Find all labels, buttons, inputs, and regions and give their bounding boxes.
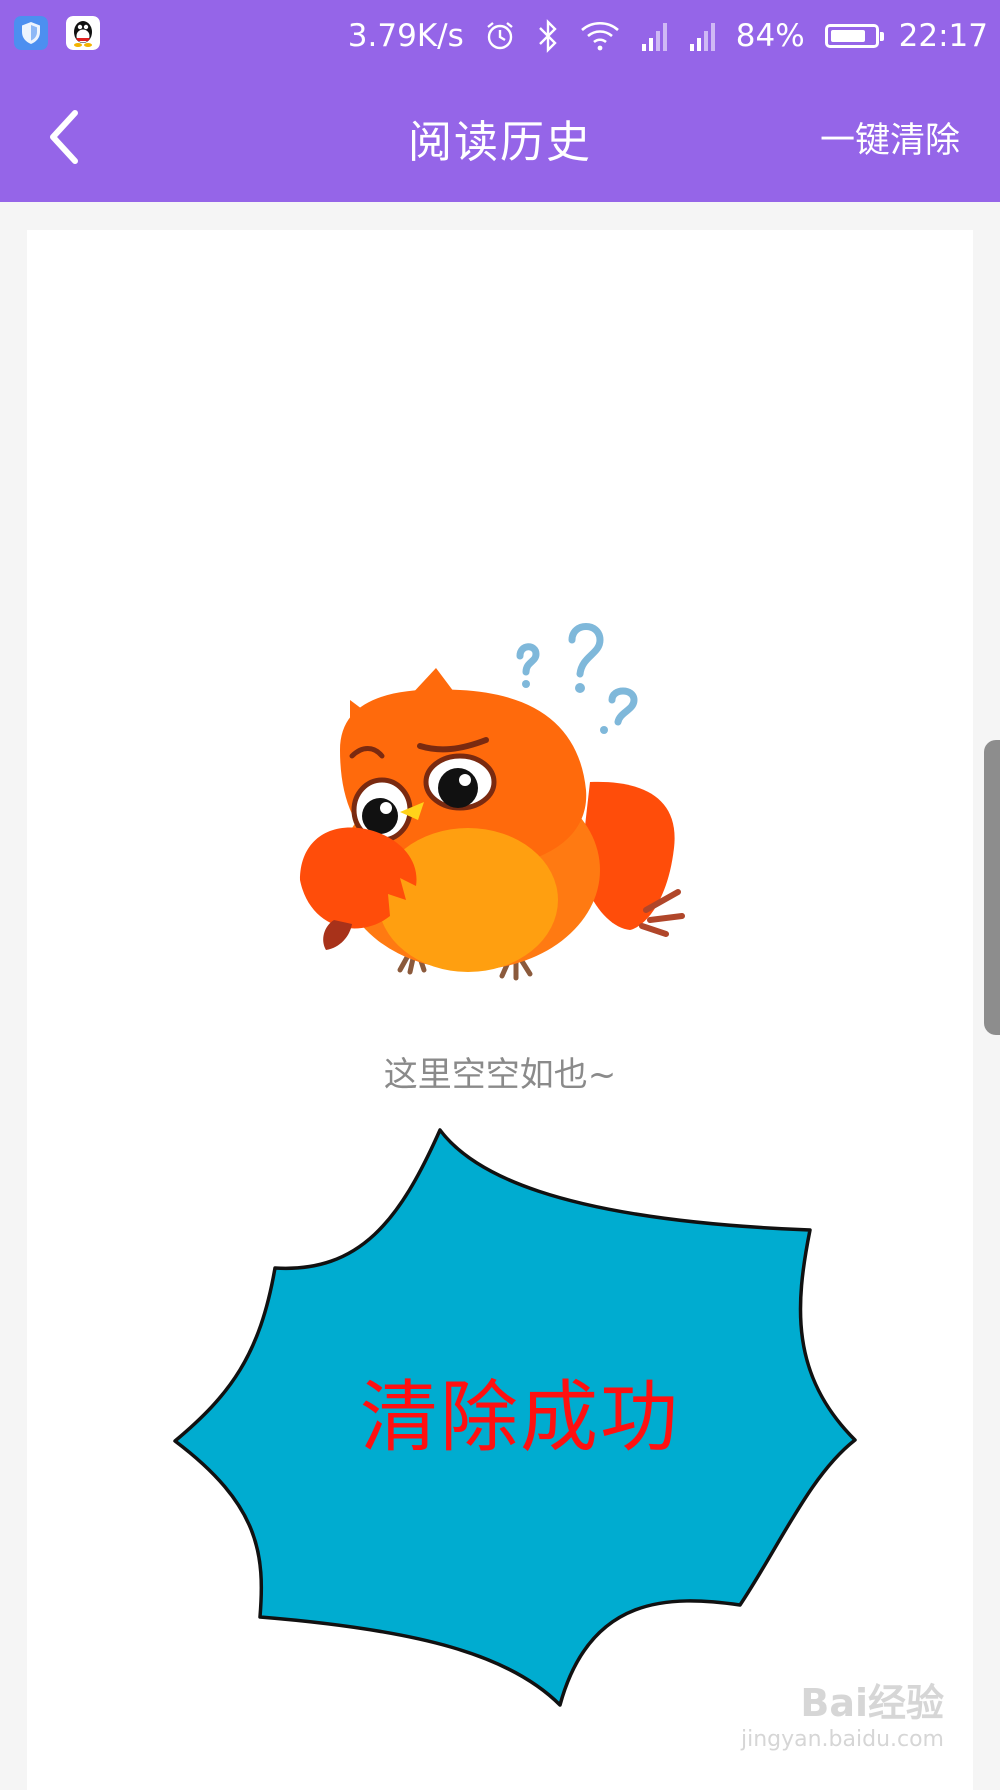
- battery-percent: 84%: [735, 18, 805, 54]
- status-bar: 3.79K/s 84% 22:17: [0, 0, 1000, 72]
- app-header: 阅读历史 一键清除: [0, 72, 1000, 202]
- watermark-url: jingyan.baidu.com: [740, 1727, 944, 1752]
- alarm-icon: [487, 22, 513, 50]
- confused-owl-illustration: [300, 623, 685, 981]
- clock: 22:17: [898, 18, 988, 54]
- notification-icons: [14, 16, 100, 50]
- clear-all-button[interactable]: 一键清除: [820, 112, 960, 163]
- empty-state-message: 这里空空如也~: [383, 1055, 617, 1095]
- side-scroll-handle[interactable]: [984, 740, 1000, 1035]
- signal-icon: [641, 23, 667, 51]
- network-speed: 3.79K/s: [347, 18, 464, 54]
- battery-level: [830, 30, 865, 42]
- signal-icon: [689, 23, 715, 51]
- qq-penguin-icon: [66, 16, 100, 50]
- shield-app-icon: [14, 16, 48, 50]
- watermark-brand: Bai经验: [800, 1681, 944, 1725]
- watermark: Bai经验 jingyan.baidu.com: [741, 1672, 944, 1752]
- clear-success-message: 清除成功: [359, 1373, 680, 1463]
- bluetooth-icon: [538, 19, 557, 53]
- question-marks-icon: [516, 623, 638, 726]
- battery-icon: [824, 24, 884, 48]
- wifi-icon: [580, 21, 619, 51]
